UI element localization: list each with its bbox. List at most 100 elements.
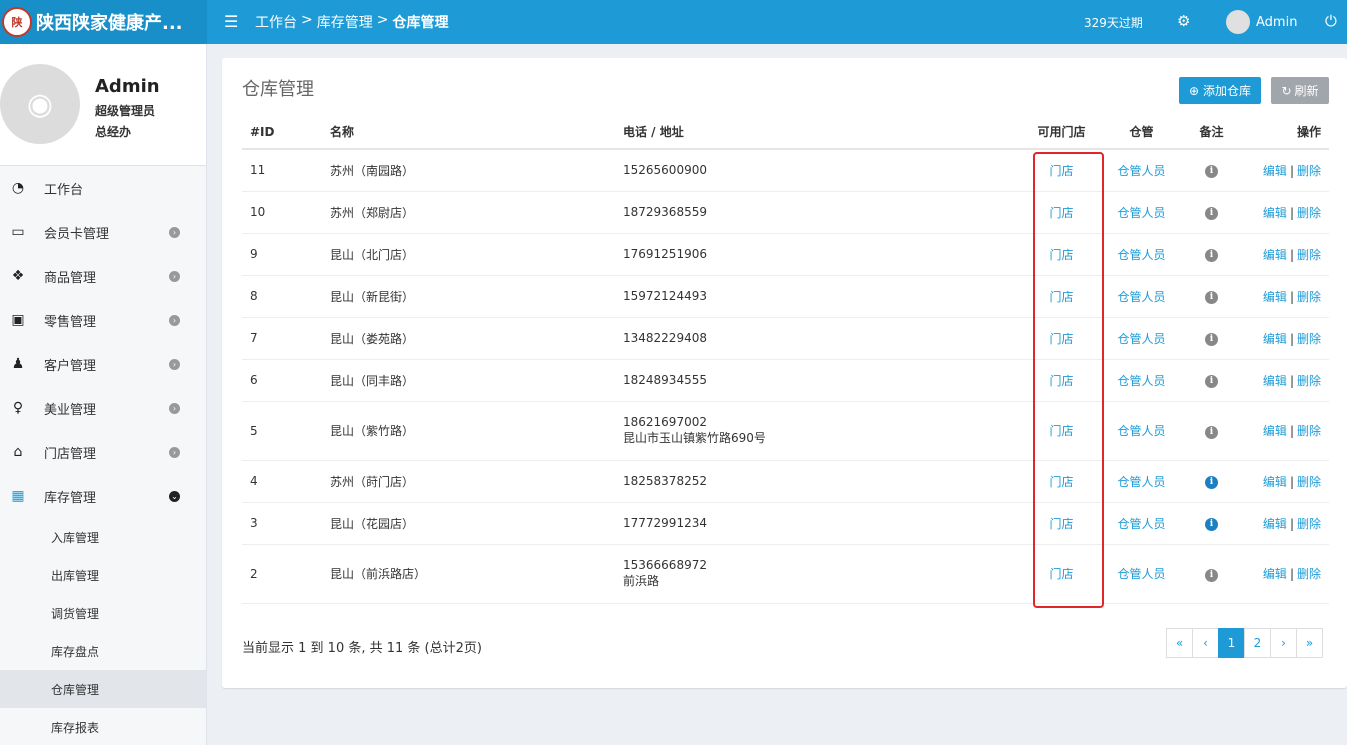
delete-link[interactable]: 删除 [1297, 475, 1321, 489]
cell-id: 5 [242, 401, 322, 461]
cell-phone: 15972124493 [623, 289, 707, 303]
sidebar-item-workbench[interactable]: ◔ 工作台 [0, 166, 206, 210]
chevron-down-icon: ⌄ [169, 490, 180, 502]
info-icon[interactable]: i [1205, 291, 1218, 304]
info-icon[interactable]: i [1205, 249, 1218, 262]
edit-link[interactable]: 编辑 [1263, 248, 1287, 262]
table-row: 5 昆山（紫竹路） 18621697002 昆山市玉山镇紫竹路690号 门店 仓管人员 i 编… [242, 401, 1329, 461]
edit-link[interactable]: 编辑 [1263, 374, 1287, 388]
info-icon[interactable]: i [1205, 333, 1218, 346]
keeper-link[interactable]: 仓管人员 [1117, 206, 1165, 220]
store-link[interactable]: 门店 [1049, 248, 1073, 262]
page-button[interactable]: « [1166, 628, 1193, 658]
sidebar-item-customers[interactable]: ♟ 客户管理 › [0, 342, 206, 386]
keeper-link[interactable]: 仓管人员 [1117, 567, 1165, 581]
sidebar-subitem-stocktake[interactable]: 库存盘点 [0, 632, 206, 670]
dashboard-icon: ◔ [11, 180, 25, 196]
keeper-link[interactable]: 仓管人员 [1117, 475, 1165, 489]
sidebar-item-stores[interactable]: ⌂ 门店管理 › [0, 430, 206, 474]
info-icon[interactable]: i [1205, 518, 1218, 531]
sidebar-item-label: 会员卡管理 [44, 226, 110, 242]
female-icon: ♀ [12, 400, 24, 416]
info-icon[interactable]: i [1205, 425, 1218, 439]
keeper-link[interactable]: 仓管人员 [1117, 374, 1165, 388]
store-link[interactable]: 门店 [1049, 206, 1073, 220]
breadcrumb-item-inventory[interactable]: 库存管理 [317, 12, 373, 32]
sidebar-subitem-stock-out[interactable]: 出库管理 [0, 556, 206, 594]
store-link[interactable]: 门店 [1049, 374, 1073, 388]
sidebar-item-retail[interactable]: ▣ 零售管理 › [0, 298, 206, 342]
page-button[interactable]: 1 [1218, 628, 1245, 658]
store-link[interactable]: 门店 [1049, 290, 1073, 304]
delete-link[interactable]: 删除 [1297, 374, 1321, 388]
profile-dept: 总经办 [95, 125, 132, 139]
cell-phone: 18621697002 [623, 415, 707, 429]
brand[interactable]: 陕 陕西陕家健康产... [0, 0, 207, 44]
page-button[interactable]: ‹ [1192, 628, 1219, 658]
sidebar-subitem-stock-in[interactable]: 入库管理 [0, 518, 206, 556]
table-row: 8 昆山（新昆街） 15972124493 门店 仓管人员 i 编辑 | 删除 [242, 275, 1329, 318]
gear-icon[interactable]: ⚙ [1177, 12, 1190, 30]
store-link[interactable]: 门店 [1049, 424, 1073, 438]
info-icon[interactable]: i [1205, 207, 1218, 220]
breadcrumb-item-workbench[interactable]: 工作台 [255, 12, 297, 32]
sidebar-item-membership[interactable]: ▭ 会员卡管理 › [0, 210, 206, 254]
add-warehouse-button[interactable]: ⊕ 添加仓库 [1179, 77, 1261, 104]
cell-phone-address: 13482229408 [615, 317, 1014, 360]
store-link[interactable]: 门店 [1049, 517, 1073, 531]
action-separator: | [1289, 424, 1294, 438]
info-icon[interactable]: i [1205, 375, 1218, 388]
page-button[interactable]: » [1296, 628, 1323, 658]
page-button[interactable]: › [1270, 628, 1297, 658]
delete-link[interactable]: 删除 [1297, 424, 1321, 438]
breadcrumb-separator: > [301, 12, 313, 28]
sidebar-item-beauty[interactable]: ♀ 美业管理 › [0, 386, 206, 430]
cell-name: 苏州（郑尉店） [322, 191, 615, 234]
keeper-link[interactable]: 仓管人员 [1117, 164, 1165, 178]
user-menu[interactable]: Admin [1226, 10, 1297, 34]
sidebar-subitem-report[interactable]: 库存报表 [0, 708, 206, 745]
menu-toggle-icon[interactable]: ☰ [224, 12, 238, 31]
edit-link[interactable]: 编辑 [1263, 517, 1287, 531]
edit-link[interactable]: 编辑 [1263, 567, 1287, 581]
store-link[interactable]: 门店 [1049, 475, 1073, 489]
info-icon[interactable]: i [1205, 165, 1218, 179]
delete-link[interactable]: 删除 [1297, 290, 1321, 304]
edit-link[interactable]: 编辑 [1263, 332, 1287, 346]
cell-address: 前浜路 [623, 574, 660, 588]
user-name: Admin [1256, 14, 1298, 30]
keeper-link[interactable]: 仓管人员 [1117, 332, 1165, 346]
edit-link[interactable]: 编辑 [1263, 424, 1287, 438]
delete-link[interactable]: 删除 [1297, 517, 1321, 531]
power-icon[interactable]: ⏻ [1325, 12, 1337, 30]
keeper-link[interactable]: 仓管人员 [1117, 424, 1165, 438]
refresh-button[interactable]: ↻ 刷新 [1271, 77, 1329, 104]
sidebar-item-products[interactable]: ❖ 商品管理 › [0, 254, 206, 298]
edit-link[interactable]: 编辑 [1263, 475, 1287, 489]
store-link[interactable]: 门店 [1049, 164, 1073, 178]
page-button[interactable]: 2 [1244, 628, 1271, 658]
money-icon: ▣ [11, 312, 25, 328]
keeper-link[interactable]: 仓管人员 [1117, 517, 1165, 531]
edit-link[interactable]: 编辑 [1263, 206, 1287, 220]
info-icon[interactable]: i [1205, 568, 1218, 582]
store-link[interactable]: 门店 [1049, 567, 1073, 581]
edit-link[interactable]: 编辑 [1263, 290, 1287, 304]
table-row: 10 苏州（郑尉店） 18729368559 门店 仓管人员 i 编辑 | 删除 [242, 191, 1329, 234]
edit-link[interactable]: 编辑 [1263, 164, 1287, 178]
keeper-link[interactable]: 仓管人员 [1117, 248, 1165, 262]
delete-link[interactable]: 删除 [1297, 206, 1321, 220]
sidebar-item-inventory[interactable]: ▦ 库存管理 ⌄ [0, 474, 206, 518]
keeper-link[interactable]: 仓管人员 [1117, 290, 1165, 304]
store-link[interactable]: 门店 [1049, 332, 1073, 346]
delete-link[interactable]: 删除 [1297, 332, 1321, 346]
sidebar-subitem-transfer[interactable]: 调货管理 [0, 594, 206, 632]
cell-id: 9 [242, 233, 322, 276]
sidebar-subitem-warehouse[interactable]: 仓库管理 [0, 670, 206, 708]
delete-link[interactable]: 删除 [1297, 164, 1321, 178]
delete-link[interactable]: 删除 [1297, 567, 1321, 581]
expire-notice[interactable]: 329天过期 [1084, 14, 1143, 31]
delete-link[interactable]: 删除 [1297, 248, 1321, 262]
info-icon[interactable]: i [1205, 476, 1218, 489]
cell-phone-address: 17772991234 [615, 502, 1014, 545]
